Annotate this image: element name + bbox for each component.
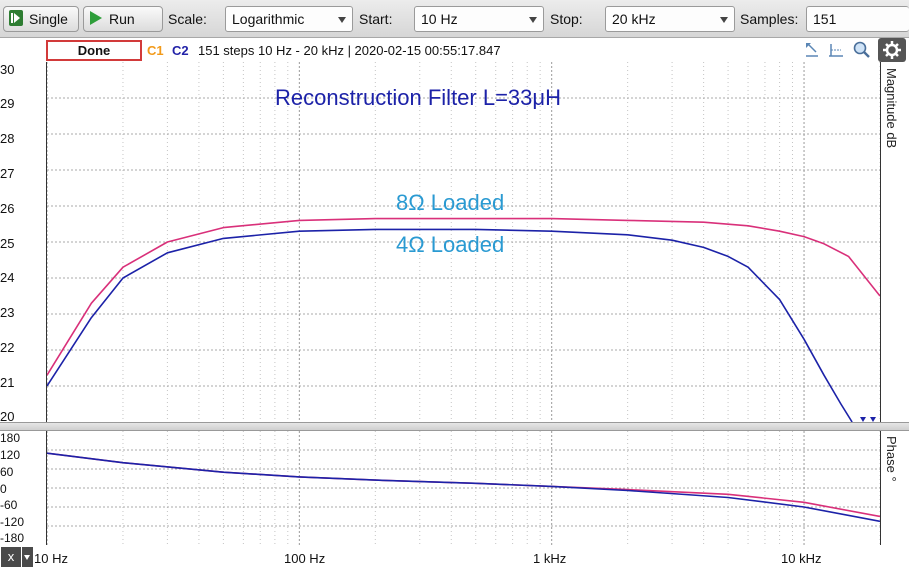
samples-label: Samples: <box>740 11 799 27</box>
x-tick: 10 Hz <box>34 551 68 566</box>
phase-tick: 60 <box>0 465 14 479</box>
cursor-baseline-icon[interactable] <box>826 40 846 60</box>
toolbar: Single Run Scale: Logarithmic Start: 10 … <box>0 0 909 38</box>
x-tick: 100 Hz <box>284 551 326 566</box>
channel-c2-label[interactable]: C2 <box>172 43 189 58</box>
plot-annotation-4ohm: 4Ω Loaded <box>396 232 505 257</box>
status-badge: Done <box>46 40 142 61</box>
run-button[interactable]: Run <box>83 6 163 32</box>
scale-value: Logarithmic <box>232 11 305 27</box>
mag-tick: 24 <box>0 270 15 285</box>
scale-label: Scale: <box>168 11 207 27</box>
zoom-icon[interactable] <box>852 40 872 60</box>
series-line-4ohm <box>47 452 880 523</box>
x-axis-bar <box>0 545 909 570</box>
x-tick: 10 kHz <box>781 551 822 566</box>
mag-tick: 22 <box>0 340 15 355</box>
single-label: Single <box>29 11 68 27</box>
run-label: Run <box>109 11 135 27</box>
samples-value: 151 <box>813 11 837 27</box>
phase-tick: -120 <box>0 515 25 529</box>
samples-input[interactable]: 151 <box>806 6 909 32</box>
chevron-down-icon <box>338 17 346 23</box>
stop-select[interactable]: 20 kHz <box>605 6 735 32</box>
mag-tick: 28 <box>0 131 15 146</box>
start-label: Start: <box>359 11 393 27</box>
chevron-down-icon[interactable] <box>22 547 33 567</box>
phase-plot[interactable] <box>46 431 881 545</box>
stop-value: 20 kHz <box>612 11 656 27</box>
play-icon <box>89 10 103 29</box>
phase-tick: -60 <box>0 498 18 512</box>
cursor-left-icon[interactable] <box>802 40 822 60</box>
single-step-icon <box>9 9 23 29</box>
mag-tick: 27 <box>0 166 15 181</box>
sweep-info: 151 steps 10 Hz - 20 kHz | 2020-02-15 00… <box>198 43 501 58</box>
stop-label: Stop: <box>550 11 583 27</box>
channel-c1-label[interactable]: C1 <box>147 43 164 58</box>
mag-tick: 21 <box>0 375 15 390</box>
mag-tick: 29 <box>0 96 15 111</box>
gear-icon[interactable] <box>878 38 906 62</box>
status-bar: Done C1 C2 151 steps 10 Hz - 20 kHz | 20… <box>0 38 909 62</box>
mag-tick: 25 <box>0 236 15 251</box>
start-value: 10 Hz <box>421 11 458 27</box>
close-button[interactable]: x <box>1 547 21 567</box>
phase-tick: 180 <box>0 431 21 445</box>
mag-tick: 23 <box>0 305 15 320</box>
chevron-down-icon <box>720 17 728 23</box>
chevron-down-icon <box>529 17 537 23</box>
phase-tick: 120 <box>0 448 21 462</box>
scale-select[interactable]: Logarithmic <box>225 6 353 32</box>
mag-tick: 30 <box>0 62 15 77</box>
start-select[interactable]: 10 Hz <box>414 6 544 32</box>
plot-annotation-title: Reconstruction Filter L=33μH <box>275 85 561 110</box>
mag-tick: 26 <box>0 201 15 216</box>
single-button[interactable]: Single <box>3 6 79 32</box>
magnitude-axis-label: Magnitude dB <box>884 68 899 149</box>
phase-axis-label: Phase ° <box>884 436 899 482</box>
phase-plot-canvas <box>47 431 880 545</box>
plot-splitter-handle[interactable] <box>0 422 909 431</box>
plot-annotation-8ohm: 8Ω Loaded <box>396 190 505 215</box>
phase-tick: 0 <box>0 482 7 496</box>
phase-tick: -180 <box>0 531 25 545</box>
x-tick: 1 kHz <box>533 551 567 566</box>
